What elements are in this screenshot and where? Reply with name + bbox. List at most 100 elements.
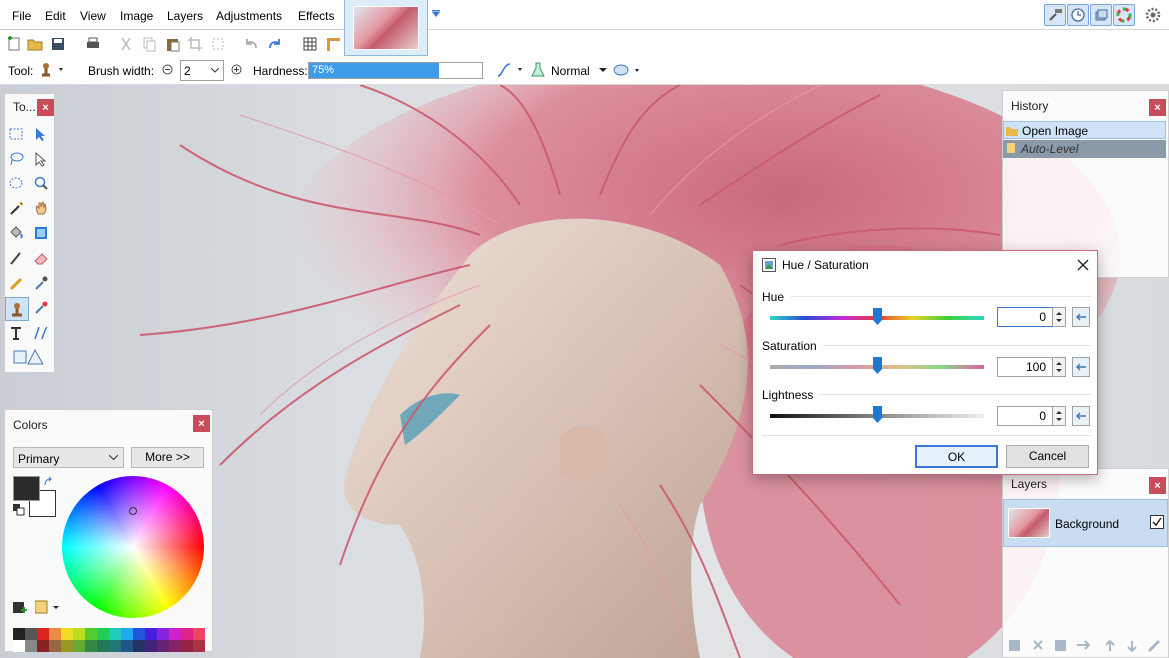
ellipse-select-icon[interactable] — [6, 173, 26, 193]
paintbrush-icon[interactable] — [6, 248, 26, 268]
tool-selector[interactable] — [36, 60, 68, 80]
history-item-auto-level[interactable]: Auto-Level — [1003, 140, 1166, 158]
recolor-icon[interactable] — [31, 298, 51, 318]
more-colors-button[interactable]: More >> — [131, 447, 204, 468]
layers-icon — [1093, 7, 1109, 23]
color-wheel-icon — [1116, 7, 1132, 23]
primary-color-swatch[interactable] — [13, 476, 40, 501]
hue-slider-thumb[interactable] — [872, 308, 883, 326]
saturation-input[interactable]: 100 — [997, 357, 1053, 377]
text-icon[interactable] — [6, 323, 26, 343]
colors-panel-close-icon[interactable]: × — [193, 415, 210, 432]
color-wheel-picker[interactable] — [129, 507, 137, 515]
palette-menu-icon[interactable] — [35, 600, 61, 614]
redo-icon[interactable] — [266, 35, 284, 53]
move-layer-down-icon — [1128, 641, 1136, 651]
clone-stamp-icon[interactable] — [5, 297, 29, 321]
paint-bucket-icon[interactable] — [6, 223, 26, 243]
copy-icon[interactable] — [140, 35, 158, 53]
eraser-icon[interactable] — [31, 248, 51, 268]
tools-toggle-button[interactable] — [1044, 4, 1066, 26]
history-item-open-image[interactable]: Open Image — [1003, 121, 1166, 139]
rectangle-select-icon[interactable] — [6, 124, 26, 144]
layer-visibility-checkbox[interactable] — [1150, 515, 1164, 529]
color-wheel[interactable] — [62, 476, 204, 618]
menu-view[interactable]: View — [80, 9, 106, 23]
deselect-icon[interactable] — [209, 35, 227, 53]
color-picker-icon[interactable] — [31, 273, 51, 293]
crop-icon[interactable] — [186, 35, 204, 53]
merge-layer-icon — [1077, 641, 1089, 649]
menu-effects[interactable]: Effects — [298, 9, 334, 23]
saturation-slider-thumb[interactable] — [872, 357, 883, 375]
settings-gear-icon[interactable] — [1144, 6, 1162, 24]
image-tab[interactable] — [344, 0, 428, 56]
antialiasing-icon[interactable] — [496, 60, 528, 80]
lightness-spin-arrows[interactable] — [1052, 406, 1066, 426]
hue-spin-arrows[interactable] — [1052, 307, 1066, 327]
image-list-dropdown-icon[interactable] — [431, 10, 441, 20]
saturation-spin-arrows[interactable] — [1052, 357, 1066, 377]
open-file-icon[interactable] — [26, 35, 44, 53]
menu-file[interactable]: File — [12, 9, 31, 23]
ruler-icon[interactable] — [324, 35, 342, 53]
reset-colors-icon[interactable] — [13, 504, 25, 516]
add-to-palette-icon[interactable] — [13, 600, 27, 614]
cancel-button[interactable]: Cancel — [1006, 445, 1089, 468]
line-curve-icon[interactable] — [31, 323, 51, 343]
blend-mode-select[interactable]: Normal — [551, 64, 590, 78]
lightness-input[interactable]: 0 — [997, 406, 1053, 426]
pan-icon[interactable] — [31, 198, 51, 218]
lightness-reset-button[interactable] — [1072, 406, 1090, 426]
magic-wand-icon[interactable] — [6, 198, 26, 218]
shapes-icon[interactable] — [12, 347, 46, 367]
layer-name: Background — [1055, 517, 1119, 531]
history-toggle-button[interactable] — [1067, 4, 1089, 26]
hue-input[interactable]: 0 — [997, 307, 1053, 327]
move-selected-icon[interactable] — [31, 124, 51, 144]
increase-width-icon[interactable] — [231, 64, 242, 75]
new-file-icon[interactable] — [5, 35, 23, 53]
undo-icon[interactable] — [242, 35, 260, 53]
decrease-width-icon[interactable] — [162, 64, 173, 75]
hue-reset-button[interactable] — [1072, 307, 1090, 327]
brush-width-select[interactable]: 2 — [180, 60, 224, 81]
menu-edit[interactable]: Edit — [45, 9, 66, 23]
open-image-icon — [1006, 124, 1018, 136]
alpha-blending-icon[interactable] — [612, 61, 644, 79]
brush-width-label: Brush width: — [88, 64, 154, 78]
color-palette[interactable] — [13, 628, 205, 652]
blend-mode-icon — [531, 61, 545, 79]
menu-adjustments[interactable]: Adjustments — [216, 9, 282, 23]
primary-select-chevron-icon — [109, 455, 118, 461]
saturation-reset-button[interactable] — [1072, 357, 1090, 377]
layers-panel-close-icon[interactable]: × — [1149, 477, 1166, 494]
print-icon[interactable] — [84, 35, 102, 53]
move-selection-icon[interactable] — [31, 149, 51, 169]
lightness-slider-thumb[interactable] — [872, 406, 883, 424]
lasso-select-icon[interactable] — [6, 149, 26, 169]
hardness-slider[interactable]: 75% — [308, 62, 483, 79]
layers-toggle-button[interactable] — [1090, 4, 1112, 26]
colors-toggle-button[interactable] — [1113, 4, 1135, 26]
ok-button[interactable]: OK — [915, 445, 998, 468]
tool-label: Tool: — [8, 64, 33, 78]
dialog-close-icon[interactable] — [1077, 259, 1089, 271]
gradient-icon[interactable] — [31, 223, 51, 243]
grid-icon[interactable] — [301, 35, 319, 53]
history-panel-close-icon[interactable]: × — [1149, 99, 1166, 116]
tools-panel-close-icon[interactable]: × — [37, 99, 54, 116]
blend-mode-chevron-icon[interactable] — [599, 68, 607, 74]
layer-row-background[interactable]: Background — [1003, 499, 1168, 547]
dialog-app-icon — [762, 258, 776, 272]
zoom-icon[interactable] — [31, 173, 51, 193]
cut-icon[interactable] — [117, 35, 135, 53]
paste-icon[interactable] — [164, 35, 182, 53]
menu-image[interactable]: Image — [120, 9, 153, 23]
menu-layers[interactable]: Layers — [167, 9, 203, 23]
pencil-icon[interactable] — [6, 273, 26, 293]
primary-color-select[interactable]: Primary — [13, 447, 124, 468]
swap-colors-icon[interactable] — [43, 477, 53, 487]
save-icon[interactable] — [49, 35, 67, 53]
hammer-icon — [1047, 7, 1063, 23]
